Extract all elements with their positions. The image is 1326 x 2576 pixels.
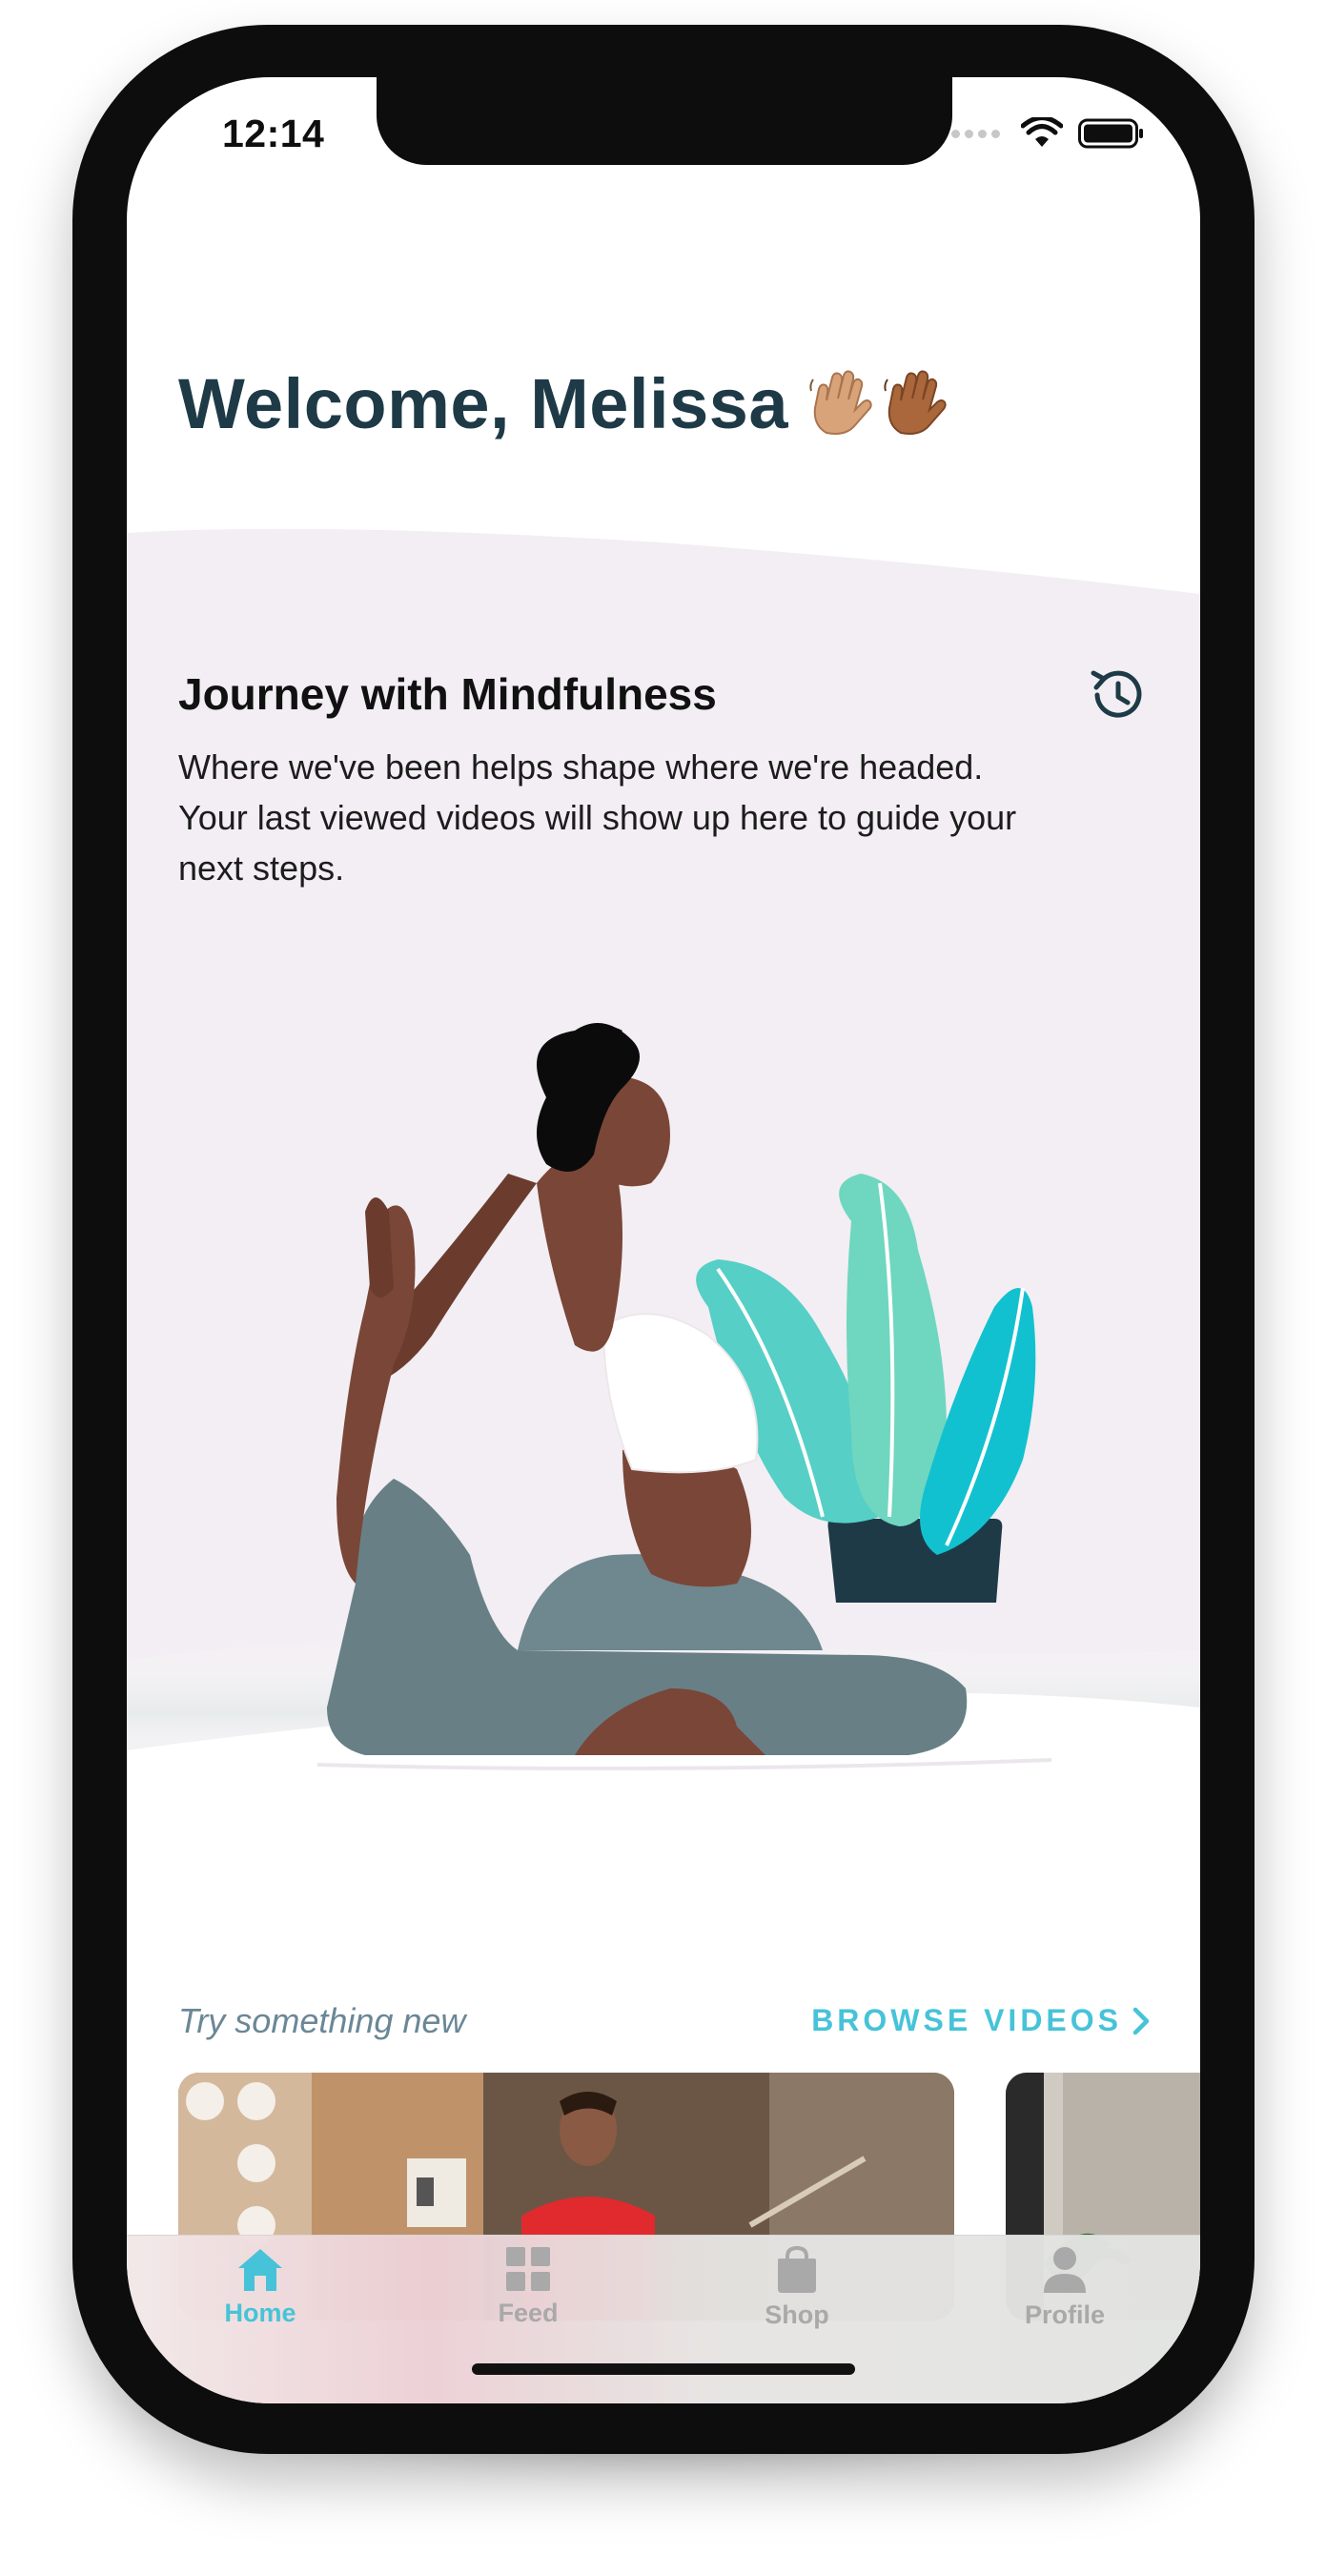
wave-hand-dark-icon (884, 370, 947, 435)
page: 12:14 Welcome, Melissa Journey with Mind… (0, 0, 1326, 2576)
status-icons (951, 117, 1145, 150)
tab-feed-label: Feed (498, 2299, 559, 2327)
browse-videos-label: BROWSE VIDEOS (811, 2003, 1122, 2037)
tab-bar: Home Feed Shop Profile (127, 2235, 1200, 2403)
notch (377, 77, 952, 165)
tab-home[interactable]: Home (165, 2245, 356, 2350)
welcome-heading: Welcome, Melissa (178, 363, 952, 444)
tab-feed[interactable]: Feed (433, 2245, 623, 2350)
home-indicator (472, 2363, 855, 2375)
tab-profile[interactable]: Profile (969, 2245, 1160, 2350)
home-icon (238, 2249, 282, 2291)
app-screen: 12:14 Welcome, Melissa Journey with Mind… (127, 77, 1200, 2403)
wave-hand-light-icon (809, 370, 872, 435)
person-icon (1044, 2247, 1086, 2293)
journey-description: Where we've been helps shape where we're… (178, 747, 1017, 888)
tab-shop-label: Shop (765, 2300, 829, 2329)
waving-hands-icon (806, 366, 952, 442)
battery-icon (1078, 118, 1143, 149)
bag-icon (778, 2245, 816, 2293)
try-something-new-label: Try something new (178, 2001, 466, 2040)
history-icon[interactable] (1084, 661, 1153, 729)
tab-profile-label: Profile (1024, 2300, 1106, 2329)
wifi-icon (1021, 117, 1063, 147)
yoga-illustration (316, 1023, 1052, 1770)
tab-shop[interactable]: Shop (702, 2245, 892, 2350)
welcome-text: Welcome, Melissa (178, 364, 789, 443)
status-time: 12:14 (222, 112, 325, 155)
phone-frame: 12:14 Welcome, Melissa Journey with Mind… (72, 25, 1255, 2454)
browse-videos-link[interactable]: BROWSE VIDEOS (811, 2003, 1151, 2038)
signal-icon (951, 129, 1000, 138)
tab-home-label: Home (224, 2299, 296, 2327)
journey-title: Journey with Mindfulness (178, 669, 717, 719)
grid-icon (506, 2247, 550, 2291)
chevron-right-icon (1132, 2007, 1150, 2034)
